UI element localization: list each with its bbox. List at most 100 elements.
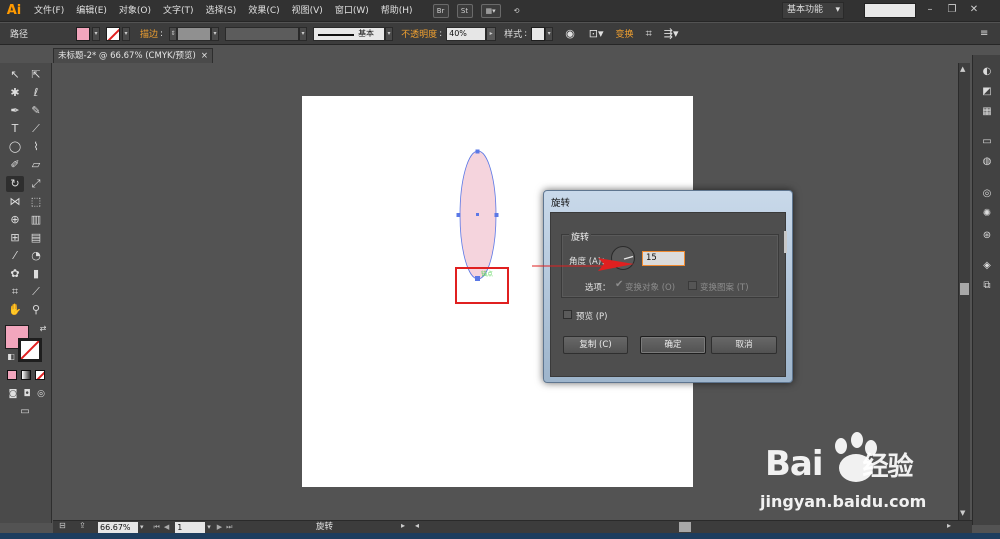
stroke-weight-dropdown[interactable]: ▾ bbox=[211, 26, 220, 41]
share-icon[interactable]: ⇪ bbox=[79, 521, 86, 530]
menu-window[interactable]: 窗口(W) bbox=[329, 0, 375, 22]
hand-tool-icon[interactable]: ✋ bbox=[6, 302, 24, 318]
default-colors-icon[interactable]: ◧ bbox=[2, 349, 20, 365]
recolor-icon[interactable]: ◉ bbox=[565, 27, 575, 40]
free-transform-tool-icon[interactable]: ⬚ bbox=[27, 194, 45, 210]
width-tool-icon[interactable]: ⋈ bbox=[6, 194, 24, 210]
gpu-icon[interactable]: ⟲ bbox=[509, 4, 525, 18]
angle-dial[interactable] bbox=[611, 246, 635, 270]
cancel-button[interactable]: 取消 bbox=[711, 336, 777, 354]
vertical-scroll-thumb[interactable] bbox=[960, 283, 969, 295]
fill-dropdown[interactable]: ▾ bbox=[92, 26, 100, 41]
shape-builder-tool-icon[interactable]: ⊕ bbox=[6, 212, 24, 228]
stroke-label[interactable]: 描边 bbox=[140, 27, 158, 40]
transform-objects-checkbox[interactable]: 变换对象 (O) bbox=[625, 281, 675, 293]
artboard-tool-icon[interactable]: ⌗ bbox=[6, 284, 24, 300]
gradient-mode-icon[interactable] bbox=[21, 370, 31, 380]
magic-wand-tool-icon[interactable]: ✱ bbox=[6, 85, 24, 101]
eyedropper-tool-icon[interactable]: ⁄ bbox=[6, 248, 24, 264]
swatches-panel-icon[interactable]: ▦ bbox=[979, 105, 995, 119]
profile-dropdown[interactable]: ▾ bbox=[299, 26, 308, 41]
draw-inside-icon[interactable]: ◎ bbox=[32, 386, 50, 402]
direct-selection-tool-icon[interactable]: ⇱ bbox=[27, 67, 45, 83]
workspace-switcher[interactable]: 基本功能 ▾ bbox=[782, 2, 844, 19]
layers-panel-icon[interactable]: ◈ bbox=[979, 259, 995, 273]
blend-tool-icon[interactable]: ◔ bbox=[27, 248, 45, 264]
fill-swatch[interactable] bbox=[76, 26, 90, 41]
first-page-icon[interactable]: ⏮ bbox=[154, 523, 160, 532]
ok-button[interactable]: 确定 bbox=[640, 336, 706, 354]
close-tab-icon[interactable]: × bbox=[201, 49, 208, 63]
opacity-label[interactable]: 不透明度 bbox=[401, 27, 437, 40]
style-dropdown[interactable]: ▾ bbox=[545, 26, 554, 41]
transform-patterns-box[interactable] bbox=[688, 281, 697, 290]
scale-tool-icon[interactable]: ⤢ bbox=[27, 176, 45, 192]
paintbrush-tool-icon[interactable]: ⌇ bbox=[27, 139, 45, 155]
document-tab[interactable]: 未标题-2* @ 66.67% (CMYK/预览) × bbox=[53, 48, 213, 63]
menu-file[interactable]: 文件(F) bbox=[28, 0, 70, 22]
page-input[interactable]: 1 bbox=[175, 521, 206, 533]
none-mode-icon[interactable] bbox=[35, 370, 45, 380]
lasso-tool-icon[interactable]: ℓ bbox=[27, 85, 45, 101]
menu-help[interactable]: 帮助(H) bbox=[375, 0, 419, 22]
status-menu-icon[interactable]: ▸ bbox=[401, 521, 405, 530]
search-input[interactable] bbox=[864, 3, 916, 18]
align-icon[interactable]: ⊡▾ bbox=[589, 27, 604, 40]
scroll-left-icon[interactable]: ◂ bbox=[415, 521, 419, 530]
arrange-icon[interactable]: ⇶▾ bbox=[664, 27, 679, 40]
pencil-tool-icon[interactable]: ✐ bbox=[6, 157, 24, 173]
close-icon[interactable]: ✕ bbox=[966, 3, 982, 17]
stroke-dropdown[interactable]: ▾ bbox=[122, 26, 130, 41]
swap-colors-icon[interactable]: ⇄ bbox=[34, 321, 52, 337]
appearance-panel-icon[interactable]: ◎ bbox=[979, 187, 995, 201]
stock-icon[interactable]: St bbox=[456, 3, 473, 18]
variable-width-profile[interactable] bbox=[225, 26, 300, 41]
zoom-out-icon[interactable]: ⊟ bbox=[59, 521, 66, 530]
horizontal-scroll-thumb[interactable] bbox=[679, 522, 691, 532]
zoom-dropdown[interactable]: ▾ bbox=[140, 523, 144, 531]
screen-mode-icon[interactable]: ▭ bbox=[16, 404, 34, 420]
anchor-point-top[interactable] bbox=[475, 149, 480, 154]
bridge-icon[interactable]: Br bbox=[432, 3, 449, 18]
zoom-input[interactable]: 66.67% bbox=[98, 521, 138, 533]
last-page-icon[interactable]: ⏭ bbox=[226, 523, 232, 532]
color-panel-icon[interactable]: ◐ bbox=[979, 65, 995, 79]
column-graph-tool-icon[interactable]: ▮ bbox=[27, 266, 45, 282]
anchor-point-left[interactable] bbox=[456, 213, 461, 217]
copy-button[interactable]: 复制 (C) bbox=[563, 336, 628, 354]
transform-patterns-checkbox[interactable]: 变换图案 (T) bbox=[700, 281, 749, 293]
type-tool-icon[interactable]: T bbox=[6, 121, 24, 137]
stroke-weight-input[interactable] bbox=[177, 26, 212, 41]
page-dropdown[interactable]: ▾ bbox=[207, 523, 211, 531]
gradient-tool-icon[interactable]: ▤ bbox=[27, 230, 45, 246]
graphic-style-swatch[interactable] bbox=[531, 26, 546, 41]
next-page-icon[interactable]: ▶ bbox=[217, 523, 222, 531]
line-tool-icon[interactable]: ⟋ bbox=[27, 121, 45, 137]
isolate-icon[interactable]: ⌗ bbox=[646, 27, 652, 41]
anchor-point-right[interactable] bbox=[494, 213, 499, 217]
stroke-swatch[interactable] bbox=[106, 26, 120, 41]
stroke-weight-stepper[interactable]: ⇕ bbox=[169, 26, 178, 41]
scroll-right-icon[interactable]: ▸ bbox=[947, 521, 951, 530]
brush-definition[interactable]: 基本 bbox=[313, 26, 386, 41]
menu-effect[interactable]: 效果(C) bbox=[242, 0, 285, 22]
zoom-tool-icon[interactable]: ⚲ bbox=[27, 302, 45, 318]
gradient-panel-icon[interactable]: ▭ bbox=[979, 135, 995, 149]
menu-object[interactable]: 对象(O) bbox=[113, 0, 157, 22]
prev-page-icon[interactable]: ◀ bbox=[164, 523, 169, 531]
rotate-tool-icon[interactable]: ↻ bbox=[6, 176, 24, 192]
scroll-up-icon[interactable]: ▲ bbox=[960, 65, 965, 73]
restore-icon[interactable]: ❐ bbox=[944, 3, 960, 17]
menu-type[interactable]: 文字(T) bbox=[157, 0, 200, 22]
graphic-styles-icon[interactable]: ✺ bbox=[979, 207, 995, 221]
artboards-panel-icon[interactable]: ⧉ bbox=[979, 279, 995, 293]
mesh-tool-icon[interactable]: ⊞ bbox=[6, 230, 24, 246]
menu-edit[interactable]: 编辑(E) bbox=[70, 0, 113, 22]
ellipse-tool-icon[interactable]: ◯ bbox=[6, 139, 24, 155]
panel-menu-icon[interactable]: ≡ bbox=[980, 28, 988, 39]
curvature-tool-icon[interactable]: ✎ bbox=[27, 103, 45, 119]
color-guide-icon[interactable]: ◩ bbox=[979, 85, 995, 99]
stroke-color-box[interactable] bbox=[18, 338, 42, 362]
eraser-tool-icon[interactable]: ▱ bbox=[27, 157, 45, 173]
symbols-panel-icon[interactable]: ⊛ bbox=[979, 229, 995, 243]
